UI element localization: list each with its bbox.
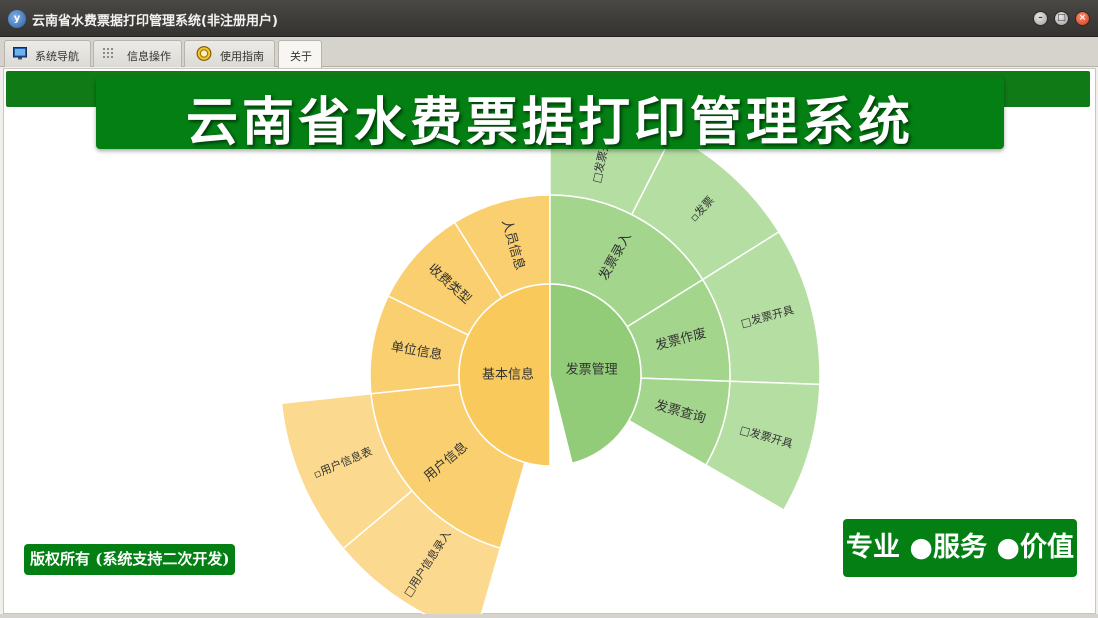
banner-title: 云南省水费票据打印管理系统 bbox=[185, 93, 914, 153]
menu-root-0-label: 基本信息 bbox=[482, 367, 534, 383]
menu-root-1-label: 发票管理 bbox=[566, 361, 618, 377]
header-banner: 云南省水费票据打印管理系统 bbox=[96, 77, 1004, 153]
copyright-label: 版权所有 (系统支持二次开发) bbox=[24, 544, 236, 575]
status-bar bbox=[0, 614, 1098, 618]
slogan-label: 专业 ●服务 ●价值 bbox=[843, 519, 1077, 577]
